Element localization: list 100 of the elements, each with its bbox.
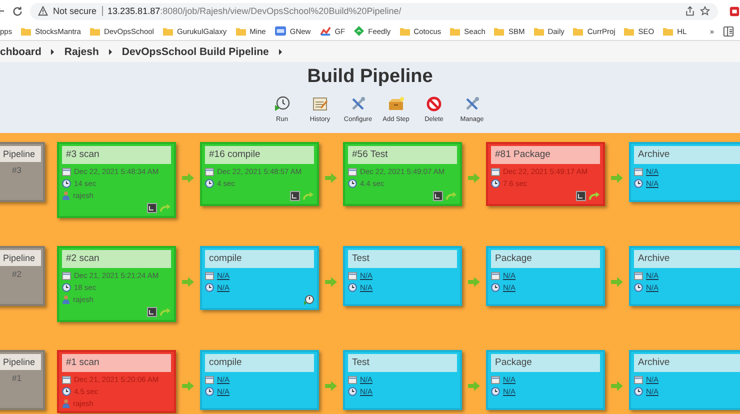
folder-icon [624,26,634,36]
calendar-icon [491,272,500,280]
security-label: Not secure [53,6,97,16]
folder-icon [534,26,544,36]
stage-title[interactable]: Package [491,250,600,268]
stage-title[interactable]: Package [491,354,600,372]
right-arrow-icon [325,381,337,391]
clock-play-icon [274,96,290,112]
folder-icon [494,26,504,36]
extension-icon[interactable] [729,6,740,16]
breadcrumb-link[interactable]: chboard [0,46,42,58]
right-arrow-icon [182,173,194,183]
calendar-icon [62,376,71,384]
right-arrow-icon [182,277,194,287]
calendar-icon [634,376,643,384]
clock-play-icon[interactable] [304,294,314,304]
folder-icon [21,26,32,36]
caret-icon[interactable] [51,48,54,54]
terminal-icon[interactable] [147,306,157,316]
clock-icon [348,179,357,188]
reload-icon[interactable] [12,6,23,16]
caret-icon[interactable] [108,48,112,54]
right-arrow-icon [182,381,194,391]
calendar-icon [205,376,214,384]
clock-icon [62,283,71,292]
clock-icon [491,179,500,188]
clock-icon [348,387,357,396]
address-bar[interactable]: Not secure 13.235.81.87:8080/job/Rajesh/view/DevOpsSchool%20Build%20Pipeline/ [30,2,718,20]
terminal-icon[interactable] [147,202,157,212]
page-title: Build Pipeline [306,65,434,88]
package-icon [388,96,404,112]
stage-title[interactable]: Test [348,250,457,268]
calendar-icon [348,168,357,176]
folder-icon [400,26,410,36]
terminal-icon[interactable] [290,190,300,200]
stage-title[interactable]: #1 scan [62,354,171,372]
folder-icon [236,26,246,36]
pipeline-number: #2 [11,268,22,279]
person-icon [62,191,70,200]
stage-title[interactable]: #81 Package [491,146,600,164]
breadcrumb-link[interactable]: DevOpsSchool Build Pipeline [122,46,269,58]
share-icon[interactable] [685,6,695,16]
folder-icon [573,26,584,36]
stage-title[interactable]: Archive [634,354,740,372]
right-arrow-icon [325,277,337,287]
person-icon [62,295,70,304]
folder-icon [450,26,460,36]
right-arrow-icon [611,277,623,287]
stage-title[interactable]: Test [348,354,457,372]
terminal-icon[interactable] [433,190,443,200]
calendar-icon [348,272,357,280]
notepad-icon [312,96,328,112]
breadcrumb-link[interactable]: Rajesh [64,46,99,58]
calendar-icon [348,376,357,384]
calendar-icon [634,168,643,176]
pipeline-label: Pipeline [0,250,41,266]
reading-list-icon[interactable] [723,26,734,36]
clock-icon [348,283,357,292]
folder-icon [663,26,674,36]
news-tile-icon [274,26,286,36]
right-arrow-icon [325,173,337,183]
pipeline-label: Pipeline [0,146,41,162]
clock-icon [62,179,71,188]
calendar-icon [634,272,643,280]
calendar-icon [491,168,500,176]
tools-icon [350,96,366,112]
right-arrow-icon [611,381,623,391]
url-text[interactable]: 13.235.81.87:8080/job/Rajesh/view/DevOpsSchool%20Build%20Pipeline/ [108,6,402,16]
clock-icon [491,283,500,292]
calendar-icon [491,376,500,384]
tools-icon [464,96,480,112]
no-entry-icon [426,96,442,112]
chart-icon [320,26,331,36]
stage-title[interactable]: #2 scan [62,250,171,268]
clock-icon [634,387,643,396]
caret-icon[interactable] [278,48,282,54]
calendar-icon [205,272,214,280]
stage-title[interactable]: compile [205,250,314,268]
calendar-icon [62,168,71,176]
right-arrow-icon [468,381,480,391]
stage-title[interactable]: Archive [634,250,740,268]
clock-icon [62,387,71,396]
stage-title[interactable]: #16 compile [205,146,314,164]
stage-title[interactable]: #56 Test [348,146,457,164]
stage-title[interactable]: compile [205,354,314,372]
warning-icon [38,6,48,16]
clock-icon [205,179,214,188]
stage-title[interactable]: Archive [634,146,740,164]
pipeline-number: #1 [11,372,22,383]
bookmark-star-icon[interactable] [700,6,710,16]
folder-icon [162,26,173,36]
right-arrow-icon [468,173,480,183]
pipeline-number: #3 [11,164,22,175]
leaf-icon [354,26,364,36]
person-icon [62,399,70,408]
clock-icon [205,283,214,292]
terminal-icon[interactable] [576,190,586,200]
calendar-icon [62,272,71,280]
stage-title[interactable]: #3 scan [62,146,171,164]
clock-icon [491,387,500,396]
